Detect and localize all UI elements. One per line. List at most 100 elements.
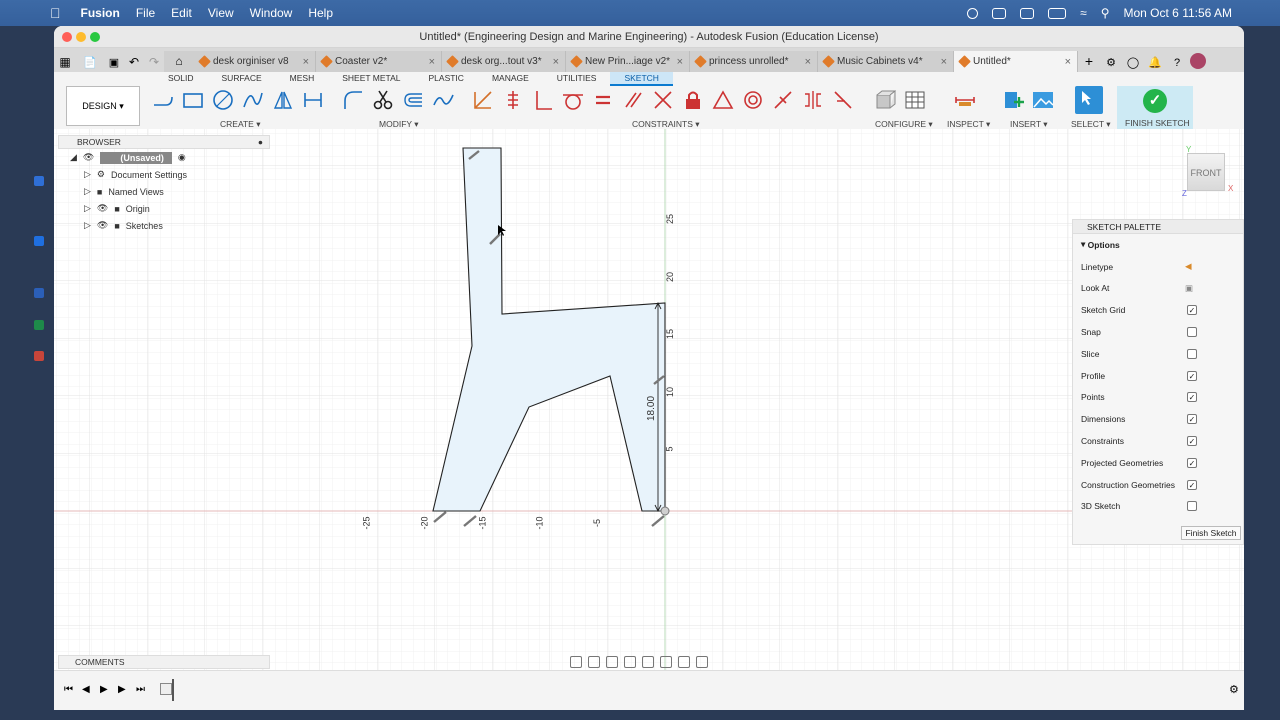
concentric-tool[interactable] xyxy=(742,89,764,111)
app-menu[interactable]: Fusion xyxy=(81,6,120,20)
tab-solid[interactable]: SOLID xyxy=(154,72,208,86)
extensions-icon[interactable]: ⚙ xyxy=(1100,56,1122,69)
look-at-icon[interactable]: ▣ xyxy=(1185,283,1193,294)
undo-icon[interactable]: ↶ xyxy=(124,55,144,69)
datetime[interactable]: Mon Oct 6 11:56 AM xyxy=(1124,6,1233,20)
grid-settings-icon[interactable] xyxy=(678,656,690,668)
document-tab[interactable]: Music Cabinets v4* × xyxy=(818,51,954,72)
tab-sketch[interactable]: SKETCH xyxy=(610,72,673,86)
parallel-tool[interactable] xyxy=(622,89,644,111)
visibility-icon[interactable]: 👁 xyxy=(83,152,94,163)
document-tab[interactable]: Coaster v2* × xyxy=(316,51,442,72)
step-back-icon[interactable]: ◀ xyxy=(82,684,90,695)
dock-app-icon[interactable] xyxy=(34,236,44,246)
timeline-settings-icon[interactable]: ⚙ xyxy=(1229,683,1239,696)
sketch-canvas[interactable]: 18.00 5 10 15 20 25 -25 -20 -15 -10 -5 F… xyxy=(54,129,1244,670)
tab-mesh[interactable]: MESH xyxy=(276,72,329,86)
options-section[interactable]: ▾ Options xyxy=(1073,234,1243,256)
select-icon[interactable] xyxy=(1075,86,1103,114)
cloud-icon[interactable] xyxy=(992,7,1007,19)
notifications-icon[interactable]: 🔔 xyxy=(1144,56,1166,69)
help-icon[interactable]: ? xyxy=(1166,57,1188,69)
collinear-tool[interactable] xyxy=(502,89,524,111)
tab-utilities[interactable]: UTILITIES xyxy=(543,72,611,86)
step-forward-icon[interactable]: ▶ xyxy=(118,684,126,695)
expand-icon[interactable]: ▷ xyxy=(84,186,91,197)
close-tab-icon[interactable]: × xyxy=(303,56,309,68)
sketch-curve-tool[interactable] xyxy=(432,89,454,111)
document-tab[interactable]: desk org...tout v3* × xyxy=(442,51,566,72)
menu-edit[interactable]: Edit xyxy=(171,6,192,20)
3d-sketch-checkbox[interactable] xyxy=(1187,501,1197,512)
tab-plastic[interactable]: PLASTIC xyxy=(415,72,478,86)
fit-icon[interactable] xyxy=(642,656,654,668)
midpoint-tool[interactable] xyxy=(772,89,794,111)
zoom-icon[interactable] xyxy=(624,656,636,668)
look-at-nav-icon[interactable] xyxy=(588,656,600,668)
dimension-tool[interactable] xyxy=(302,89,324,111)
fillet-tool[interactable] xyxy=(342,89,364,111)
tab-surface[interactable]: SURFACE xyxy=(208,72,276,86)
visibility-icon[interactable]: 👁 xyxy=(97,220,108,231)
browser-item[interactable]: ▷ 👁 ■ Origin xyxy=(58,200,270,217)
timeline-sketch-icon[interactable] xyxy=(160,683,172,695)
lock-icon[interactable] xyxy=(682,89,704,111)
projected-geometries-checkbox[interactable]: ✓ xyxy=(1187,457,1197,468)
palette-header[interactable]: SKETCH PALETTE xyxy=(1073,220,1243,234)
constraints-checkbox[interactable]: ✓ xyxy=(1187,436,1197,447)
close-tab-icon[interactable]: × xyxy=(429,56,435,68)
trim-tool[interactable] xyxy=(372,89,394,111)
slice-checkbox[interactable] xyxy=(1187,348,1197,359)
display-settings-icon[interactable] xyxy=(660,656,672,668)
fix-tool[interactable] xyxy=(652,89,674,111)
menu-help[interactable]: Help xyxy=(308,6,333,20)
document-tab[interactable]: princess unrolled* × xyxy=(690,51,818,72)
menu-view[interactable]: View xyxy=(208,6,234,20)
file-icon[interactable]: 📄 xyxy=(76,56,104,69)
browser-root[interactable]: ◢ 👁 (Unsaved) ◉ xyxy=(58,149,270,166)
line-tool[interactable] xyxy=(152,89,174,111)
battery-icon[interactable] xyxy=(1048,7,1067,19)
display-icon[interactable] xyxy=(1020,7,1035,19)
construction-geometries-checkbox[interactable]: ✓ xyxy=(1187,479,1197,490)
symmetry-tool[interactable] xyxy=(802,89,824,111)
viewports-icon[interactable] xyxy=(696,656,708,668)
offset-tool[interactable] xyxy=(402,89,424,111)
browser-item[interactable]: ▷ ⚙ Document Settings xyxy=(58,166,270,183)
browser-item[interactable]: ▷ ■ Named Views xyxy=(58,183,270,200)
close-tab-icon[interactable]: × xyxy=(553,56,559,68)
timeline-marker[interactable] xyxy=(172,679,174,701)
job-status-icon[interactable]: ◯ xyxy=(1122,56,1144,69)
workspace-selector[interactable]: DESIGN ▾ xyxy=(66,86,140,126)
coincident-tool[interactable] xyxy=(472,89,494,111)
measure-icon[interactable] xyxy=(954,89,976,111)
activate-icon[interactable]: ◉ xyxy=(178,152,186,163)
save-icon[interactable]: ▣ xyxy=(104,56,124,69)
dock-app-icon[interactable] xyxy=(34,320,44,330)
mirror-tool[interactable] xyxy=(272,89,294,111)
document-tab[interactable]: New Prin...iage v2* × xyxy=(566,51,690,72)
zoom-icon[interactable] xyxy=(90,32,100,42)
curvature-tool[interactable] xyxy=(832,89,854,111)
document-tab[interactable]: desk orginiser v8 × xyxy=(194,51,316,72)
spline-tool[interactable] xyxy=(242,89,264,111)
close-tab-icon[interactable]: × xyxy=(1065,56,1071,68)
equal-tool[interactable] xyxy=(592,89,614,111)
new-tab-icon[interactable]: + xyxy=(1078,53,1100,69)
table-icon[interactable] xyxy=(904,89,926,111)
minimize-icon[interactable] xyxy=(76,32,86,42)
origin-point[interactable] xyxy=(660,506,670,516)
expand-icon[interactable]: ▷ xyxy=(84,169,91,180)
circle-tool[interactable] xyxy=(212,89,234,111)
dock-app-icon[interactable] xyxy=(34,351,44,361)
menu-file[interactable]: File xyxy=(136,6,155,20)
wifi-icon[interactable]: ≈ xyxy=(1080,6,1087,20)
search-icon[interactable]: ⚲ xyxy=(1101,6,1110,20)
dock-app-icon[interactable] xyxy=(34,288,44,298)
dock-app-icon[interactable] xyxy=(34,176,44,186)
tab-manage[interactable]: MANAGE xyxy=(478,72,543,86)
home-tab[interactable]: ⌂ xyxy=(164,51,194,72)
dimensions-checkbox[interactable]: ✓ xyxy=(1187,414,1197,425)
perpendicular-tool[interactable] xyxy=(532,89,554,111)
comments-panel[interactable]: COMMENTS xyxy=(58,655,270,669)
